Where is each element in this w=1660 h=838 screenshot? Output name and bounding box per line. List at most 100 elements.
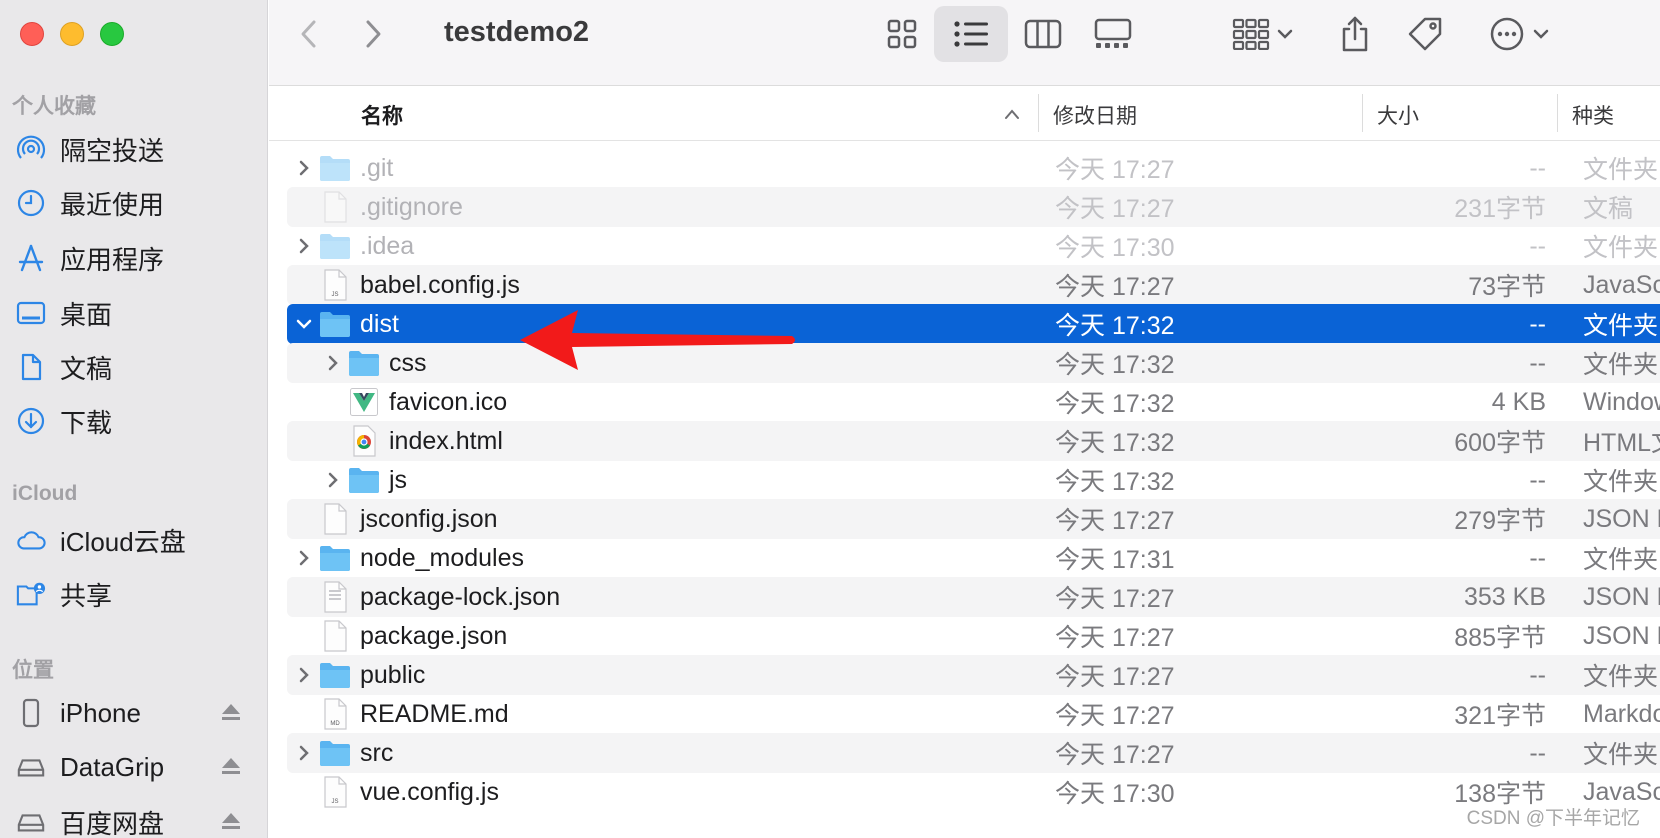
file-name: js bbox=[389, 465, 408, 494]
file-type-icon bbox=[319, 152, 351, 184]
gallery-icon bbox=[1094, 18, 1132, 48]
file-row[interactable]: index.html 今天 17:32 600字节 HTML文 bbox=[287, 421, 1660, 461]
file-row[interactable]: dist 今天 17:32 -- 文件夹 bbox=[287, 304, 1660, 344]
file-row[interactable]: src 今天 17:27 -- 文件夹 bbox=[287, 733, 1660, 773]
sidebar-item[interactable]: 最近使用 bbox=[16, 183, 256, 223]
sidebar-item[interactable]: 桌面 bbox=[16, 293, 256, 333]
sidebar-item-label: iCloud云盘 bbox=[60, 526, 186, 557]
file-date: 今天 17:27 bbox=[1055, 663, 1175, 691]
file-row[interactable]: node_modules 今天 17:31 -- 文件夹 bbox=[287, 538, 1660, 578]
column-kind-header[interactable]: 种类 bbox=[1572, 100, 1614, 130]
file-name: node_modules bbox=[360, 543, 525, 572]
disclosure-collapsed-icon[interactable] bbox=[323, 468, 343, 492]
file-type-icon bbox=[348, 386, 380, 418]
gallery-view-button[interactable] bbox=[1084, 6, 1142, 62]
chrome-icon bbox=[353, 425, 376, 457]
sidebar-item[interactable]: iPhone bbox=[16, 693, 256, 733]
tag-button[interactable] bbox=[1401, 6, 1449, 62]
sidebar-item[interactable]: 下载 bbox=[16, 401, 256, 441]
disclosure-collapsed-icon[interactable] bbox=[294, 546, 314, 570]
file-name: src bbox=[360, 738, 394, 767]
column-divider[interactable] bbox=[1362, 94, 1363, 132]
disclosure-collapsed-icon[interactable] bbox=[294, 663, 314, 687]
file-row[interactable]: jsconfig.json 今天 17:27 279字节 JSON D bbox=[287, 499, 1660, 539]
file-name: vue.config.js bbox=[360, 777, 499, 806]
sidebar-item[interactable]: 百度网盘 bbox=[16, 802, 256, 838]
column-view-button[interactable] bbox=[1014, 6, 1072, 62]
sidebar-item[interactable]: 隔空投送 bbox=[16, 129, 256, 169]
folder-icon bbox=[320, 546, 350, 571]
file-row[interactable]: public 今天 17:27 -- 文件夹 bbox=[287, 655, 1660, 695]
close-window-button[interactable] bbox=[20, 22, 44, 46]
list-view-button[interactable] bbox=[934, 6, 1008, 62]
file-row[interactable]: favicon.ico 今天 17:32 4 KB Window bbox=[287, 382, 1660, 422]
sidebar-item-label: 下载 bbox=[60, 407, 113, 438]
file-name: public bbox=[360, 660, 426, 689]
file-size: 4 KB bbox=[1491, 387, 1546, 416]
column-date-header[interactable]: 修改日期 bbox=[1053, 100, 1137, 130]
sidebar-item[interactable]: 共享 bbox=[16, 574, 256, 614]
disclosure-collapsed-icon[interactable] bbox=[294, 741, 314, 765]
disclosure-expanded-icon[interactable] bbox=[294, 312, 314, 336]
sidebar-item[interactable]: 应用程序 bbox=[16, 238, 256, 278]
file-size: 73字节 bbox=[1468, 273, 1546, 301]
column-size-header[interactable]: 大小 bbox=[1377, 100, 1419, 130]
eject-icon[interactable] bbox=[220, 811, 242, 831]
file-name: babel.config.js bbox=[360, 270, 520, 299]
file-type-icon bbox=[319, 308, 351, 340]
file-type-icon bbox=[319, 620, 351, 652]
file-row[interactable]: package.json 今天 17:27 885字节 JSON D bbox=[287, 616, 1660, 656]
file-row[interactable]: css 今天 17:32 -- 文件夹 bbox=[287, 343, 1660, 383]
file-type-icon: JS bbox=[319, 269, 351, 301]
file-name: dist bbox=[360, 309, 399, 338]
file-row[interactable]: .gitignore 今天 17:27 231字节 文稿 bbox=[287, 187, 1660, 227]
file-type-icon: MD bbox=[319, 698, 351, 730]
file-kind: HTML文 bbox=[1583, 429, 1660, 457]
sidebar-item[interactable]: DataGrip bbox=[16, 747, 256, 787]
file-type-icon bbox=[319, 191, 351, 223]
document-file-icon: MD bbox=[324, 698, 347, 730]
file-date: 今天 17:32 bbox=[1055, 390, 1175, 418]
column-divider[interactable] bbox=[1557, 94, 1558, 132]
disclosure-collapsed-icon[interactable] bbox=[294, 156, 314, 180]
file-size: 231字节 bbox=[1454, 195, 1546, 223]
eject-icon[interactable] bbox=[220, 756, 242, 776]
file-name: index.html bbox=[389, 426, 503, 455]
disclosure-collapsed-icon[interactable] bbox=[294, 234, 314, 258]
column-divider[interactable] bbox=[1038, 94, 1039, 132]
forward-button[interactable] bbox=[355, 14, 391, 54]
more-actions-button[interactable] bbox=[1481, 6, 1559, 62]
file-row[interactable]: .git 今天 17:27 -- 文件夹 bbox=[287, 148, 1660, 188]
sidebar-item-label: 隔空投送 bbox=[60, 135, 165, 166]
share-button[interactable] bbox=[1331, 6, 1379, 62]
sidebar-item[interactable]: iCloud云盘 bbox=[16, 520, 256, 560]
back-button[interactable] bbox=[291, 14, 327, 54]
file-type-icon bbox=[319, 542, 351, 574]
chevron-down-icon bbox=[1533, 29, 1549, 39]
zoom-window-button[interactable] bbox=[100, 22, 124, 46]
file-type-icon bbox=[319, 659, 351, 691]
file-date: 今天 17:27 bbox=[1055, 507, 1175, 535]
sidebar-item[interactable]: 文稿 bbox=[16, 347, 256, 387]
eject-icon[interactable] bbox=[220, 702, 242, 722]
file-name: package.json bbox=[360, 621, 508, 650]
file-size: 279字节 bbox=[1454, 507, 1546, 535]
file-row[interactable]: MD README.md 今天 17:27 321字节 Markdo bbox=[287, 694, 1660, 734]
icon-view-button[interactable] bbox=[876, 6, 928, 62]
file-kind: 文件夹 bbox=[1583, 741, 1659, 769]
sort-ascending-icon[interactable] bbox=[1003, 108, 1021, 120]
disclosure-collapsed-icon[interactable] bbox=[323, 351, 343, 375]
minimize-window-button[interactable] bbox=[60, 22, 84, 46]
file-date: 今天 17:27 bbox=[1055, 195, 1175, 223]
file-name: favicon.ico bbox=[389, 387, 508, 416]
column-name-header[interactable]: 名称 bbox=[361, 100, 403, 130]
file-row[interactable]: JS babel.config.js 今天 17:27 73字节 JavaScr bbox=[287, 265, 1660, 305]
sidebar-item-label: 桌面 bbox=[60, 299, 113, 330]
folder-icon bbox=[349, 468, 379, 493]
group-button[interactable] bbox=[1227, 6, 1299, 62]
file-row[interactable]: .idea 今天 17:30 -- 文件夹 bbox=[287, 226, 1660, 266]
file-row[interactable]: package-lock.json 今天 17:27 353 KB JSON D bbox=[287, 577, 1660, 617]
file-row[interactable]: JSvue.config.js今天 17:30138字节JavaScr bbox=[287, 772, 1660, 812]
file-row[interactable]: js 今天 17:32 -- 文件夹 bbox=[287, 460, 1660, 500]
applications-icon bbox=[16, 243, 46, 273]
